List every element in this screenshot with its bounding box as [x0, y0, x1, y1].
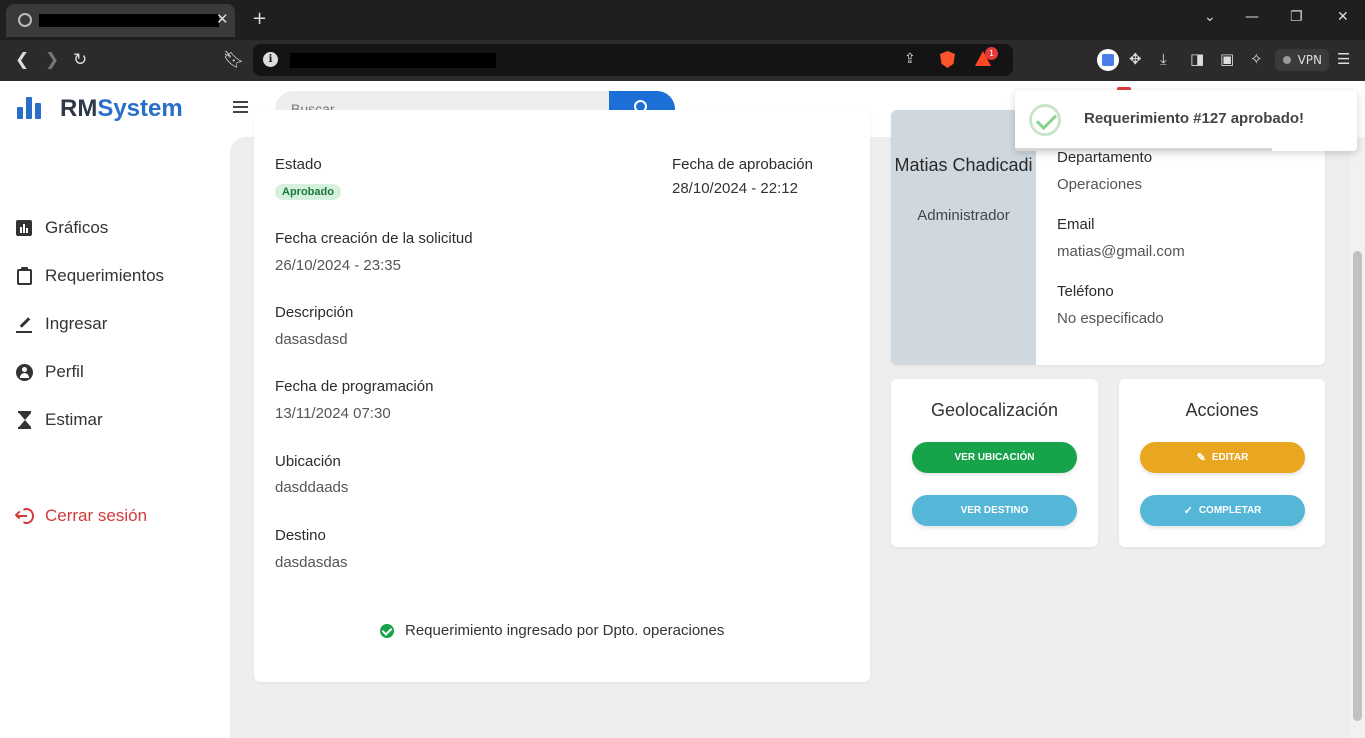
sidebar-item-label: Perfil: [45, 362, 84, 381]
hourglass-icon: [16, 411, 34, 429]
share-icon[interactable]: ⇪: [904, 51, 916, 67]
sidebar-item-ingresar[interactable]: Ingresar: [16, 310, 107, 338]
profile-name: Matias Chadicadi: [894, 155, 1033, 175]
geolocation-title: Geolocalización: [930, 400, 1059, 420]
restore-icon[interactable]: ❐: [1290, 9, 1303, 25]
destination-label: Destino: [275, 527, 326, 544]
browser-toolbar: ❮ ❯ ↻ 🔖︎ i ⇪ 1 ✥ ⤓ ◨ ▣ ✧ VPN ☰: [0, 40, 1365, 81]
vpn-button[interactable]: VPN: [1275, 49, 1329, 71]
location-label: Ubicación: [275, 453, 341, 470]
approval-date-label: Fecha de aprobación: [672, 156, 813, 173]
complete-button[interactable]: ✓ COMPLETAR: [1140, 495, 1305, 526]
edit-icon: ✎: [1196, 452, 1206, 464]
actions-card: Acciones ✎ EDITAR ✓ COMPLETAR: [1119, 379, 1325, 547]
logout-icon: [14, 507, 34, 525]
created-date-label: Fecha creación de la solicitud: [275, 230, 473, 247]
sidebar-item-requerimientos[interactable]: Requerimientos: [16, 262, 164, 290]
translate-extension-icon[interactable]: [1097, 49, 1119, 71]
success-toast[interactable]: Requerimiento #127 aprobado!: [1015, 90, 1357, 151]
sidebar-item-label: Estimar: [45, 410, 103, 429]
browser-tab[interactable]: ✕: [6, 4, 235, 37]
site-info-icon[interactable]: i: [263, 52, 278, 67]
description-value: dasasdasd: [275, 331, 348, 348]
forward-icon[interactable]: ❯: [45, 50, 59, 70]
tab-title-redacted: [39, 14, 219, 27]
destination-value: dasdasdas: [275, 554, 348, 571]
phone-label: Teléfono: [1057, 283, 1114, 300]
logout-button[interactable]: Cerrar sesión: [14, 502, 148, 530]
wallet-icon[interactable]: ▣: [1220, 50, 1234, 68]
sidebar-item-label: Gráficos: [45, 218, 109, 237]
location-value: dasddaads: [275, 479, 349, 496]
origin-note: Requerimiento ingresado por Dpto. operac…: [380, 622, 724, 639]
browser-tab-bar: ✕ + ⌄ — ❐ ✕: [0, 0, 1365, 40]
menu-icon[interactable]: ☰: [1337, 50, 1350, 68]
sidebar: Gráficos Requerimientos Ingresar Perfil …: [0, 137, 230, 738]
minimize-icon[interactable]: —: [1245, 9, 1259, 25]
tab-search-chevron-icon[interactable]: ⌄: [1204, 9, 1216, 25]
double-check-icon: ✓: [1183, 505, 1193, 517]
scheduled-date-value: 13/11/2024 07:30: [275, 405, 391, 422]
status-label: Estado: [275, 156, 322, 173]
department-value: Operaciones: [1057, 176, 1143, 193]
brave-shields-icon[interactable]: [940, 51, 955, 68]
logo-suffix: System: [97, 95, 183, 122]
edit-label: EDITAR: [1211, 452, 1249, 463]
extensions-icon[interactable]: ✥: [1129, 50, 1142, 68]
new-tab-button[interactable]: +: [252, 8, 267, 29]
view-destination-button[interactable]: VER DESTINO: [912, 495, 1077, 526]
complete-label: COMPLETAR: [1198, 505, 1262, 516]
url-redacted: [290, 53, 496, 68]
check-circle-icon: [380, 623, 394, 638]
toast-progress-bar: [1015, 148, 1272, 151]
app-logo[interactable]: RMSystem: [60, 95, 183, 123]
origin-note-text: Requerimiento ingresado por Dpto. operac…: [405, 622, 725, 639]
sidebar-item-graficos[interactable]: Gráficos: [16, 214, 108, 242]
sidebar-item-perfil[interactable]: Perfil: [16, 358, 84, 386]
chart-icon: [16, 219, 34, 237]
sidebar-item-estimar[interactable]: Estimar: [16, 406, 103, 434]
sidebar-toggle-icon[interactable]: ◨: [1190, 50, 1204, 68]
request-detail-card: Estado Aprobado Fecha de aprobación 28/1…: [254, 110, 870, 682]
address-bar[interactable]: i ⇪ 1: [253, 44, 1013, 76]
geolocation-card: Geolocalización VER UBICACIÓN VER DESTIN…: [891, 379, 1098, 547]
user-icon: [16, 363, 34, 381]
toast-message: Requerimiento #127 aprobado!: [1084, 110, 1305, 127]
view-location-label: VER UBICACIÓN: [954, 452, 1035, 463]
logo-bars-icon: [17, 97, 43, 119]
notification-badge: 1: [985, 47, 998, 60]
description-label: Descripción: [275, 304, 354, 321]
approval-date-value: 28/10/2024 - 22:12: [672, 180, 798, 197]
leo-ai-icon[interactable]: ✧: [1250, 50, 1263, 68]
view-destination-label: VER DESTINO: [960, 505, 1029, 516]
department-label: Departamento: [1057, 149, 1153, 166]
bookmark-icon[interactable]: 🔖︎: [223, 50, 245, 70]
email-label: Email: [1057, 216, 1095, 233]
reload-icon[interactable]: ↻: [73, 50, 87, 70]
close-window-icon[interactable]: ✕: [1337, 9, 1349, 25]
pencil-icon: [16, 315, 34, 333]
close-tab-icon[interactable]: ✕: [216, 10, 229, 28]
status-badge: Aprobado: [275, 184, 341, 200]
back-icon[interactable]: ❮: [15, 50, 29, 70]
success-check-icon: [1029, 104, 1061, 136]
globe-icon: [18, 13, 32, 27]
scheduled-date-label: Fecha de programación: [275, 378, 434, 395]
created-date-value: 26/10/2024 - 23:35: [275, 257, 401, 274]
download-icon[interactable]: ⤓: [1160, 50, 1167, 68]
profile-role: Administrador: [917, 207, 1010, 224]
edit-button[interactable]: ✎ EDITAR: [1140, 442, 1305, 473]
sidebar-item-label: Requerimientos: [45, 266, 165, 285]
logout-label: Cerrar sesión: [45, 506, 148, 525]
sidebar-item-label: Ingresar: [45, 314, 108, 333]
page-scrollbar[interactable]: [1350, 137, 1365, 738]
clipboard-icon: [16, 267, 34, 285]
hamburger-menu-icon[interactable]: [233, 101, 248, 113]
actions-title: Acciones: [1185, 400, 1259, 420]
logo-prefix: RM: [60, 95, 98, 122]
email-value: matias@gmail.com: [1057, 243, 1185, 260]
scrollbar-thumb[interactable]: [1353, 251, 1362, 721]
phone-value: No especificado: [1057, 310, 1164, 327]
view-location-button[interactable]: VER UBICACIÓN: [912, 442, 1077, 473]
